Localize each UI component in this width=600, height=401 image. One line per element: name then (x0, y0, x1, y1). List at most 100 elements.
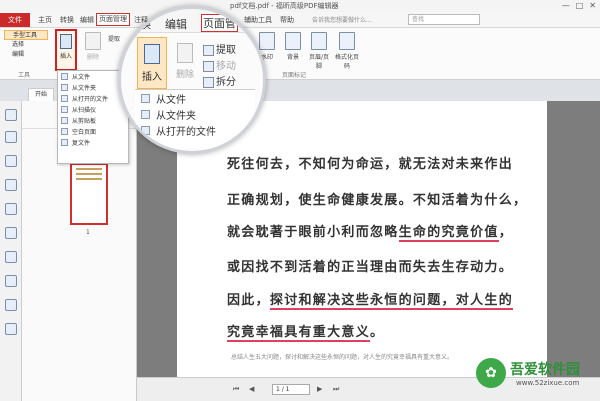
insert-page-icon (60, 34, 72, 49)
last-page-button[interactable]: ⏭ (333, 385, 339, 394)
background-icon (285, 32, 301, 50)
site-logo-icon: ✿ (476, 358, 506, 388)
tab-convert[interactable]: 转换 (60, 15, 74, 25)
app-window: pdf文档.pdf - 福昕高级PDF编辑器 — □ ✕ 文件 主页 转换 编辑… (0, 0, 600, 401)
magnified-dropdown: 从文件 从文件夹 从打开的文件 (135, 89, 255, 149)
paragraph-line: 就会耽著于眼前小利而忽略生命的究竟价值， (227, 221, 514, 242)
menu-item-from-scanner[interactable]: 从扫描仪 (58, 104, 128, 115)
tab-start[interactable]: 开始 (28, 88, 54, 101)
blank-page-icon (61, 128, 68, 135)
menu-item-duplicate-file[interactable]: 复文件 (58, 137, 128, 148)
attachment-icon[interactable] (5, 203, 17, 215)
tools-group: 手型工具 选择 编辑 (4, 30, 48, 60)
format-page-number-button[interactable]: 格式化页码 (334, 30, 360, 70)
page-thumbnail[interactable] (70, 163, 108, 225)
left-sidebar (0, 101, 22, 401)
prev-page-button[interactable]: ◀ (249, 385, 254, 393)
magnified-menu-bar: 转换 编辑 页面管 (121, 9, 263, 33)
bookmark-icon[interactable] (5, 109, 17, 121)
header-footer-icon (311, 32, 327, 50)
magnified-delete-button: 删除 (173, 39, 197, 80)
magnified-item-from-file: 从文件 (135, 90, 255, 106)
page-marks-group-label: 页面标记 (282, 72, 307, 79)
hand-tool-button[interactable]: 手型工具 (4, 30, 48, 40)
menu-item-blank-page[interactable]: 空白页面 (58, 126, 128, 137)
security-icon[interactable] (5, 251, 17, 263)
insert-button[interactable]: 插入 (55, 29, 77, 71)
site-url: www.52zixue.com (516, 379, 580, 387)
page-number-icon (339, 32, 355, 50)
window-controls: — □ ✕ (562, 1, 596, 10)
close-button[interactable]: ✕ (589, 1, 596, 10)
file-menu[interactable]: 文件 (0, 13, 30, 27)
watermark-icon (259, 32, 275, 50)
site-name: 吾爱软件园 (510, 362, 580, 378)
page-number-input[interactable]: 1 / 1 (272, 384, 310, 395)
delete-page-icon (177, 43, 193, 63)
open-file-icon (141, 125, 150, 135)
header-footer-button[interactable]: 页眉/页脚 (306, 30, 332, 70)
text-run: 。 (370, 325, 385, 340)
tab-home[interactable]: 主页 (38, 15, 52, 25)
magnified-tab-convert: 转换 (129, 18, 151, 31)
tags-icon[interactable] (5, 299, 17, 311)
magnified-tab-edit: 编辑 (165, 18, 187, 31)
layers-icon[interactable] (5, 155, 17, 167)
maximize-button[interactable]: □ (576, 1, 584, 10)
insert-page-icon (144, 44, 160, 64)
menu-item-from-clipboard[interactable]: 从剪贴板 (58, 115, 128, 126)
extract-icon (203, 44, 214, 56)
comment-icon[interactable] (5, 179, 17, 191)
delete-page-icon (85, 32, 101, 50)
duplicate-icon (61, 139, 68, 146)
move-icon (203, 60, 214, 72)
magnified-split-button: 拆分 (203, 73, 236, 88)
folder-icon (61, 84, 68, 91)
file-icon (61, 73, 68, 80)
text-run: 因此， (227, 293, 270, 308)
page-thumbnail-icon[interactable] (5, 131, 17, 143)
extract-button[interactable]: 提取 (108, 34, 120, 43)
site-watermark: ✿ 吾爱软件园 www.52zixue.com (476, 352, 600, 401)
split-icon (203, 76, 214, 88)
highlighted-text: 究竟幸福具有重大意义 (227, 325, 371, 342)
first-page-button[interactable]: ⏮ (233, 385, 239, 394)
tools-group-label: 工具 (18, 72, 31, 79)
next-page-button[interactable]: ▶ (317, 385, 322, 393)
thumbnail-page-number: 1 (86, 229, 90, 236)
background-button[interactable]: 背景 (280, 30, 306, 61)
paragraph-line: 死往何去，不知何为命运，就无法对未来作出 (227, 157, 514, 172)
magnified-item-from-open-file: 从打开的文件 (135, 122, 255, 138)
tab-help[interactable]: 帮助 (280, 15, 294, 25)
minimize-button[interactable]: — (562, 1, 570, 10)
magnified-extract-button: 提取 (203, 41, 236, 56)
folder-icon (141, 109, 150, 119)
edit-tool-button[interactable]: 编辑 (4, 50, 48, 60)
delete-button[interactable]: 删除 (80, 30, 106, 61)
paragraph-line: 正确规划，使生命健康发展。不知活着为什么， (227, 193, 528, 208)
menu-item-from-open-file[interactable]: 从打开的文件 (58, 93, 128, 104)
thumb-line (76, 168, 102, 170)
paragraph-line: 究竟幸福具有重大意义。 (227, 321, 385, 342)
paragraph-line: 或因找不到活着的正当理由而失去生存动力。 (227, 260, 514, 275)
signature-icon[interactable] (5, 227, 17, 239)
tab-edit[interactable]: 编辑 (80, 15, 94, 25)
select-tool-button[interactable]: 选择 (4, 40, 48, 50)
highlighted-text: 探讨和解决这些永恒的问题，对人生的 (269, 293, 514, 310)
clipboard-icon (61, 117, 68, 124)
thumb-line (76, 178, 102, 180)
paragraph-line: 因此，探讨和解决这些永恒的问题，对人生的 (227, 289, 514, 310)
highlighted-text: 生命的究竟价值 (398, 225, 499, 242)
open-file-icon (61, 95, 68, 102)
magnifier-callout: 转换 编辑 页面管 插入 删除 提取 移动 拆分 从文件 从文件夹 从打开的文件 (118, 6, 266, 154)
text-run: ， (498, 225, 514, 240)
magnified-tab-page-management: 页面管 (201, 14, 238, 32)
tell-me-box[interactable]: 告诉我您想要做什么... (312, 15, 372, 24)
search-input[interactable]: 查找 (408, 14, 480, 25)
content-icon[interactable] (5, 275, 17, 287)
scanner-icon (61, 106, 68, 113)
magnified-item-from-folder: 从文件夹 (135, 106, 255, 122)
magnified-insert-button: 插入 (137, 37, 167, 89)
thumb-line (76, 173, 102, 175)
settings-icon[interactable] (5, 323, 17, 335)
